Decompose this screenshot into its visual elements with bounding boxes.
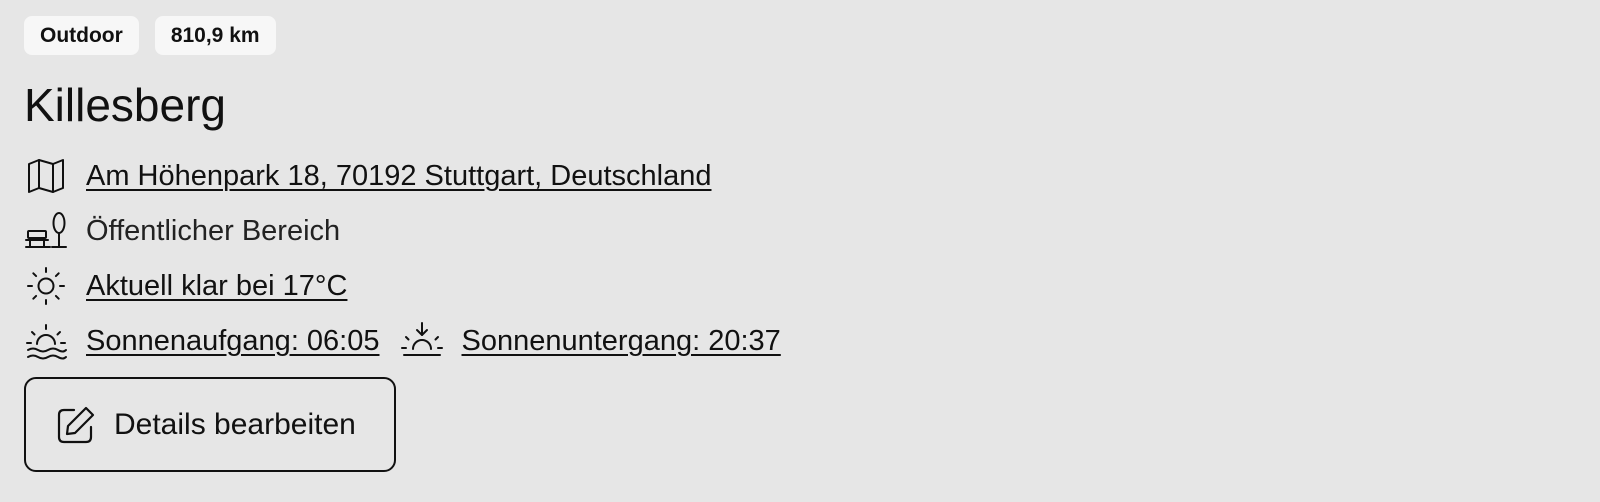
- edit-details-label: Details bearbeiten: [114, 407, 356, 441]
- sunrise-link[interactable]: Sonnenaufgang: 06:05: [86, 325, 380, 358]
- location-title: Killesberg: [24, 79, 226, 131]
- edit-details-button[interactable]: Details bearbeiten: [24, 377, 396, 472]
- sunset-icon: [400, 319, 444, 363]
- sunset-link[interactable]: Sonnenuntergang: 20:37: [462, 325, 781, 358]
- park-bench-tree-icon: [24, 209, 68, 253]
- sunrise-icon: [24, 319, 68, 363]
- area-type-label: Öffentlicher Bereich: [86, 214, 341, 247]
- badge-group: Outdoor 810,9 km: [24, 16, 276, 55]
- distance-badge: 810,9 km: [154, 16, 276, 55]
- location-detail-panel: Outdoor 810,9 km Killesberg Am Höhenpark…: [0, 0, 1600, 502]
- address-link[interactable]: Am Höhenpark 18, 70192 Stuttgart, Deutsc…: [86, 160, 712, 193]
- area-type-row: Öffentlicher Bereich: [24, 209, 340, 253]
- sun-icon: [24, 264, 68, 308]
- map-icon: [24, 154, 68, 198]
- edit-pencil-icon: [54, 403, 98, 447]
- sun-times-row: Sonnenaufgang: 06:05 Sonnenuntergang: 20…: [24, 319, 781, 363]
- category-badge: Outdoor: [24, 16, 139, 55]
- weather-link[interactable]: Aktuell klar bei 17°C: [86, 270, 347, 303]
- weather-row: Aktuell klar bei 17°C: [24, 264, 347, 308]
- address-row: Am Höhenpark 18, 70192 Stuttgart, Deutsc…: [24, 154, 712, 198]
